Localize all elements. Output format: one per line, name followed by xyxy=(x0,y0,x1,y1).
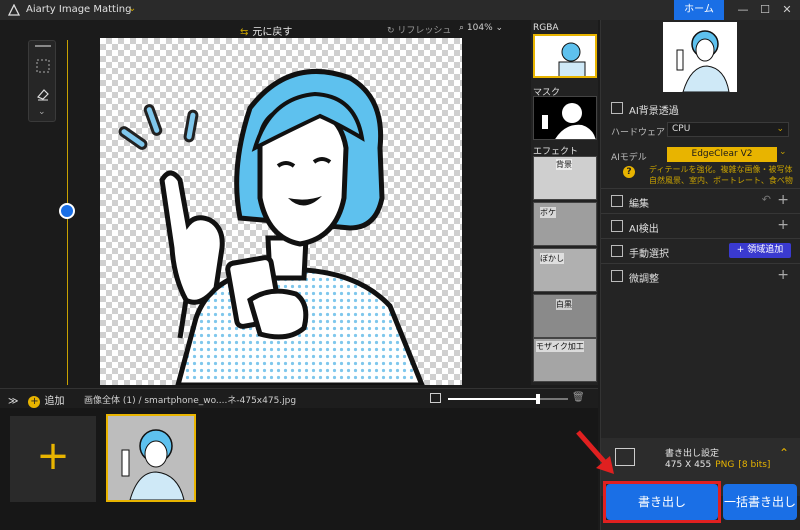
manual-select-label: 手動選択 xyxy=(629,249,669,260)
edit-icon xyxy=(611,195,623,207)
tool-palette: ⌄ xyxy=(28,40,56,122)
ai-model-select[interactable]: EdgeClear V2 xyxy=(667,147,777,162)
fine-tune-icon xyxy=(611,270,623,282)
add-image-button[interactable]: ≫ + 追加 xyxy=(8,392,64,408)
export-bits: [8 bits] xyxy=(738,460,771,470)
effect-item-label: 白黒 xyxy=(556,299,572,310)
reset-icon[interactable]: ↶ xyxy=(762,193,771,206)
rgba-label: RGBA xyxy=(533,23,559,33)
undo-button[interactable]: ⇆ 元に戻す xyxy=(240,23,292,38)
minimize-button[interactable]: — xyxy=(732,0,754,20)
ai-bg-removal-section: AI背景透過 xyxy=(601,96,800,120)
hardware-select[interactable]: CPU ⌄ xyxy=(667,122,789,137)
effect-item-label: ぼかし xyxy=(540,253,564,264)
undo-icon: ⇆ xyxy=(240,27,249,38)
drag-handle[interactable] xyxy=(35,45,51,47)
chevron-up-icon[interactable]: ⌃ xyxy=(779,446,789,460)
ai-bg-icon xyxy=(611,102,623,114)
ai-detect-icon xyxy=(611,220,623,232)
chevron-down-icon[interactable]: ⌄ xyxy=(128,3,136,14)
effect-thumbnail-background[interactable]: 背景 xyxy=(533,156,597,200)
refresh-button[interactable]: ↻ リフレッシュ xyxy=(387,23,451,36)
slider-handle[interactable] xyxy=(536,394,540,404)
effect-item-label: 背景 xyxy=(556,159,572,170)
add-icon[interactable]: + xyxy=(777,192,789,208)
ai-model-label: AIモデル xyxy=(611,153,647,163)
chevron-down-icon: ⌄ xyxy=(776,124,784,134)
hardware-label: ハードウェア xyxy=(611,128,666,138)
home-button[interactable]: ホーム xyxy=(674,0,724,20)
zoom-level: 104% xyxy=(466,23,493,33)
canvas-toolbar: ⇆ 元に戻す ↻ リフレッシュ ⌕ 104% ⌄ xyxy=(0,20,530,38)
refresh-label: リフレッシュ xyxy=(397,26,452,36)
effect-item-label: モザイク加工 xyxy=(536,341,584,352)
expand-icon[interactable]: ⌄ xyxy=(38,107,46,117)
batch-export-button[interactable]: 一括書き出し xyxy=(723,484,797,520)
undo-label: 元に戻す xyxy=(252,27,293,38)
eraser-icon[interactable] xyxy=(34,85,52,103)
ai-detect-section[interactable]: AI検出 + xyxy=(601,213,800,237)
image-size-icon xyxy=(430,393,441,403)
image-thumbnail[interactable] xyxy=(106,414,196,502)
collapse-icon[interactable]: ≫ xyxy=(8,396,18,407)
title-bar: Aiarty Image Matting ⌄ ホーム — ☐ ✕ xyxy=(0,0,800,20)
zoom-control[interactable]: ⌕ 104% ⌄ xyxy=(459,23,503,33)
compare-slider-handle[interactable] xyxy=(59,203,75,219)
trash-icon[interactable]: 🗑 xyxy=(572,392,585,403)
app-logo-icon xyxy=(8,4,20,16)
plus-icon: + xyxy=(28,396,41,408)
close-button[interactable]: ✕ xyxy=(776,0,798,20)
export-button[interactable]: 書き出し xyxy=(606,484,718,520)
chevron-down-icon[interactable]: ⌄ xyxy=(779,147,787,157)
rgba-thumbnail[interactable] xyxy=(533,34,597,78)
zoom-icon: ⌕ xyxy=(459,23,467,33)
annotation-arrow-icon xyxy=(576,430,614,474)
manual-select-section[interactable]: 手動選択 + 領域追加 xyxy=(601,238,800,262)
slider-fill xyxy=(448,398,538,400)
ai-model-description: ディテールを強化。複雑な画像・被写体 自然風景、室内、ポートレート、食べ物 xyxy=(649,165,793,185)
effect-thumbnail-bokeh[interactable]: ボケ xyxy=(533,202,597,246)
help-icon[interactable]: ? xyxy=(623,166,635,178)
export-size-info: 475 X 455 PNG [8 bits] xyxy=(665,460,770,470)
add-icon[interactable]: + xyxy=(777,217,789,233)
export-size: 475 X 455 xyxy=(665,460,712,470)
fine-tune-section[interactable]: 微調整 + xyxy=(601,263,800,287)
selection-icon[interactable] xyxy=(34,57,52,75)
ai-detect-label: AI検出 xyxy=(629,224,659,235)
settings-panel: AI背景透過 ハードウェア CPU ⌄ AIモデル EdgeClear V2 ⌄… xyxy=(600,20,800,530)
edit-label: 編集 xyxy=(629,199,649,210)
image-list-bar: ≫ + 追加 画像全体 (1) / smartphone_wo....ネ-475x4… xyxy=(0,388,598,408)
chevron-down-icon: ⌄ xyxy=(495,23,504,33)
add-label: 追加 xyxy=(44,396,65,407)
result-preview xyxy=(663,22,737,92)
refresh-icon: ↻ xyxy=(387,26,398,36)
add-region-button[interactable]: + 領域追加 xyxy=(729,243,791,258)
effect-thumbnail-monochrome[interactable]: 白黒 xyxy=(533,294,597,338)
app-title: Aiarty Image Matting xyxy=(26,4,132,15)
effect-thumbnail-mosaic[interactable]: モザイク加工 xyxy=(533,338,597,382)
mask-thumbnail[interactable] xyxy=(533,96,597,140)
subject-illustration xyxy=(118,69,425,385)
hardware-value: CPU xyxy=(672,124,691,134)
image-canvas[interactable] xyxy=(100,38,462,385)
effect-thumbnail-blur[interactable]: ぼかし xyxy=(533,248,597,292)
maximize-button[interactable]: ☐ xyxy=(754,0,776,20)
export-format: PNG xyxy=(715,460,735,470)
edit-section[interactable]: 編集 ↶ + xyxy=(601,188,800,212)
add-image-tile[interactable]: + xyxy=(10,416,96,502)
effect-item-label: ボケ xyxy=(540,207,556,218)
export-settings-title: 書き出し設定 xyxy=(665,449,720,459)
preview-thumbnails: RGBA マスク エフェクト 背景 ボケ ぼかし 白黒 モザイク加工 xyxy=(531,20,598,385)
ai-bg-title: AI背景透過 xyxy=(629,106,679,117)
fine-tune-label: 微調整 xyxy=(629,274,659,285)
add-icon[interactable]: + xyxy=(777,267,789,283)
manual-select-icon xyxy=(611,245,623,257)
breadcrumb: 画像全体 (1) / smartphone_wo....ネ-475x475.jp… xyxy=(84,396,297,406)
